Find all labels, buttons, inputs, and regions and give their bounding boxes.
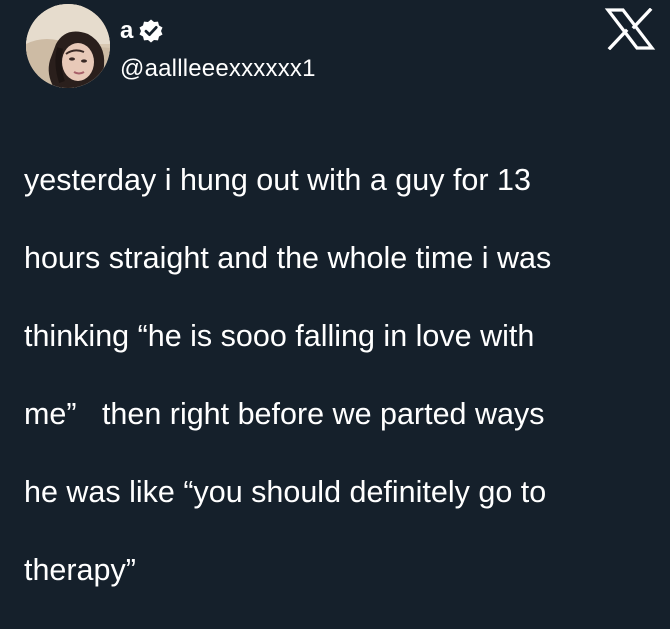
x-logo-icon — [604, 7, 656, 51]
verified-badge-icon — [138, 18, 164, 44]
tweet-body: yesterday i hung out with a guy for 13 h… — [24, 122, 654, 629]
user-handle[interactable]: @aallleeexxxxxx1 — [120, 54, 316, 84]
tweet-text-line: yesterday i hung out with a guy for 13 — [24, 163, 531, 197]
tweet-text-line: me” then right before we parted ways — [24, 397, 545, 431]
tweet-text-line: hours straight and the whole time i was — [24, 241, 552, 275]
tweet-text-line: he was like “you should definitely go to — [24, 475, 547, 509]
display-name[interactable]: a — [120, 16, 133, 46]
tweet-card: a @aallleeexxxxxx1 yesterday i hung out … — [0, 0, 670, 587]
avatar-image — [26, 4, 110, 88]
avatar[interactable] — [26, 4, 110, 88]
tweet-text-line: therapy” — [24, 553, 136, 587]
name-row: a — [120, 14, 164, 48]
tweet-text-line: thinking “he is sooo falling in love wit… — [24, 319, 535, 353]
